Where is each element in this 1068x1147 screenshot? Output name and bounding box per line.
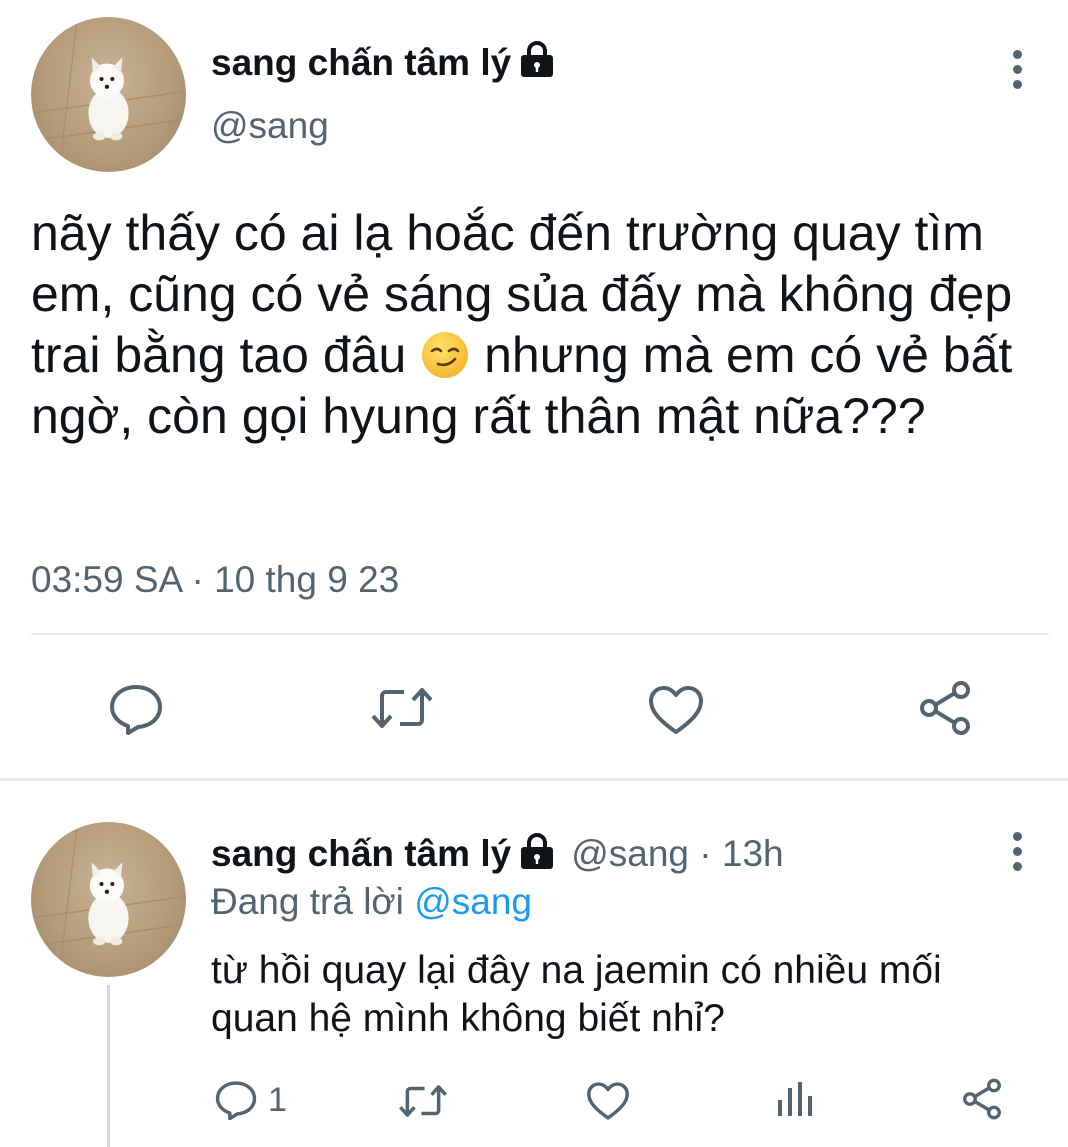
divider	[31, 633, 1049, 635]
avatar[interactable]	[31, 17, 186, 172]
author-name[interactable]: sang chấn tâm lý	[211, 40, 557, 87]
reply-author-name[interactable]: sang chấn tâm lý	[211, 833, 511, 875]
tweet-timestamp[interactable]: 03:59 SA · 10 thg 9 23	[31, 559, 399, 601]
section-divider	[0, 778, 1068, 781]
author-handle[interactable]: @sang	[211, 105, 329, 147]
reply-like-button[interactable]	[585, 1081, 631, 1121]
reply-count: 1	[268, 1080, 287, 1119]
retweet-icon	[399, 1085, 447, 1117]
lock-icon	[517, 832, 557, 875]
heart-icon	[649, 686, 703, 734]
thread-line	[107, 985, 110, 1147]
reply-retweet-button[interactable]	[398, 1083, 448, 1119]
reply-time[interactable]: 13h	[722, 833, 784, 875]
reply-reply-button[interactable]: 1	[214, 1080, 287, 1120]
retweet-icon	[371, 688, 433, 728]
tweet-text: nãy thấy có ai lạ hoắc đến trường quay t…	[31, 203, 1051, 447]
lock-icon	[517, 40, 557, 87]
reply-share-button[interactable]	[960, 1078, 1004, 1120]
retweet-button[interactable]	[370, 686, 434, 730]
reply-header: sang chấn tâm lý @sang · 13h	[211, 832, 784, 875]
reply-analytics-button[interactable]	[775, 1080, 815, 1118]
reply-author-handle[interactable]: @sang	[571, 833, 689, 875]
reply-button[interactable]	[108, 683, 164, 735]
reply-icon	[215, 1081, 257, 1120]
share-icon	[920, 681, 970, 735]
reply-icon	[110, 685, 162, 735]
reply-avatar[interactable]	[31, 822, 186, 977]
analytics-icon	[778, 1082, 812, 1116]
replying-to-label: Đang trả lời	[211, 881, 415, 922]
replying-to: Đang trả lời @sang	[211, 881, 532, 923]
like-button[interactable]	[647, 684, 705, 736]
replying-to-mention[interactable]: @sang	[414, 881, 532, 922]
author-name-text[interactable]: sang chấn tâm lý	[211, 42, 511, 83]
share-icon	[963, 1078, 1001, 1120]
more-options-icon[interactable]	[1007, 50, 1027, 94]
reply-more-options-icon[interactable]	[1007, 832, 1027, 876]
time-separator: ·	[689, 832, 722, 874]
reply-text: từ hồi quay lại đây na jaemin có nhiều m…	[211, 949, 942, 1040]
smirking-face-icon	[420, 330, 470, 380]
heart-icon	[587, 1082, 629, 1120]
share-button[interactable]	[916, 680, 974, 736]
